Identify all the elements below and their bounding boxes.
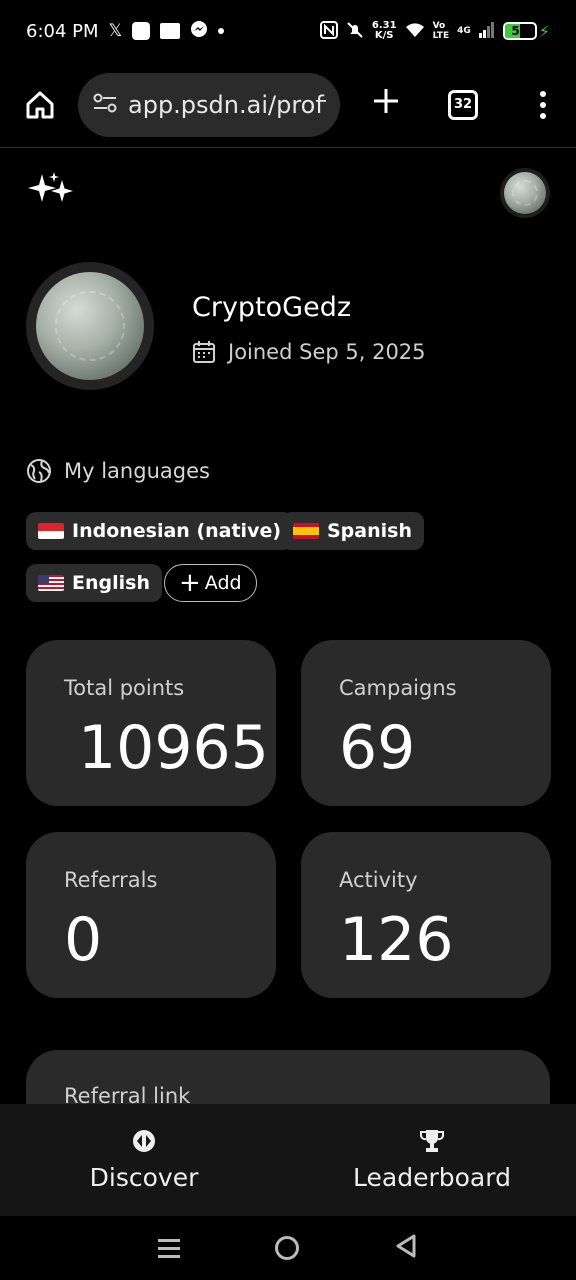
stat-label: Total points bbox=[64, 676, 185, 700]
languages-title: My languages bbox=[64, 459, 210, 483]
plus-icon: + bbox=[179, 568, 201, 598]
add-language-button[interactable]: + Add bbox=[164, 564, 257, 602]
battery-indicator: 52 ⚡ bbox=[502, 21, 550, 41]
system-back-button[interactable] bbox=[394, 1233, 418, 1263]
battery-percent: 52 bbox=[511, 24, 529, 38]
discover-icon bbox=[133, 1129, 155, 1152]
status-time: 6:04 PM bbox=[26, 20, 99, 42]
browser-toolbar: app.psdn.ai/profi 32 bbox=[0, 62, 576, 148]
mute-icon bbox=[346, 21, 364, 42]
languages-section: My languages Indonesian (native) Spanish… bbox=[26, 454, 556, 632]
indonesia-flag-icon bbox=[38, 523, 64, 539]
wifi-icon bbox=[405, 22, 425, 41]
nav-leaderboard[interactable]: Leaderboard bbox=[288, 1104, 576, 1216]
more-notifications-dot bbox=[218, 28, 225, 34]
network-type: 4G bbox=[457, 26, 471, 36]
address-bar[interactable]: app.psdn.ai/profi bbox=[78, 72, 340, 137]
recent-apps-button[interactable] bbox=[157, 1238, 180, 1258]
site-settings-icon[interactable] bbox=[92, 91, 118, 119]
volte-indicator: Vo LTE bbox=[433, 21, 450, 41]
home-button[interactable] bbox=[20, 85, 60, 125]
add-language-label: Add bbox=[204, 572, 242, 594]
network-type-label: 4G bbox=[457, 26, 471, 36]
bottom-navigation: Discover Leaderboard bbox=[0, 1104, 576, 1216]
x-app-icon: 𝕏 bbox=[108, 21, 123, 41]
url-text[interactable]: app.psdn.ai/profi bbox=[128, 91, 326, 119]
stat-value: 10965 bbox=[78, 713, 269, 783]
languages-header: My languages bbox=[26, 454, 556, 488]
avatar-image bbox=[36, 272, 144, 380]
stat-label: Referrals bbox=[64, 868, 158, 892]
system-home-button[interactable] bbox=[274, 1236, 299, 1260]
battery-icon: 52 bbox=[502, 22, 537, 40]
status-bar: 6:04 PM 𝕏 6.31 K/S Vo LTE 4G 52 ⚡ bbox=[0, 0, 576, 62]
plus-icon bbox=[374, 89, 398, 113]
language-label: English bbox=[72, 572, 150, 594]
new-tab-button[interactable] bbox=[368, 86, 404, 123]
stat-card-referrals: Referrals 0 bbox=[26, 832, 276, 998]
profile-avatar bbox=[26, 262, 154, 390]
joined-text: Joined Sep 5, 2025 bbox=[228, 340, 426, 364]
stat-value: 0 bbox=[64, 905, 103, 975]
language-chips: Indonesian (native) Spanish English + Ad… bbox=[26, 512, 556, 632]
charging-icon: ⚡ bbox=[538, 21, 550, 41]
stat-label: Activity bbox=[339, 868, 418, 892]
spain-flag-icon bbox=[293, 523, 319, 539]
stat-label: Campaigns bbox=[339, 676, 457, 700]
system-navigation-bar bbox=[0, 1216, 576, 1280]
back-icon bbox=[396, 1234, 416, 1258]
stat-card-activity: Activity 126 bbox=[301, 832, 551, 998]
globe-icon bbox=[27, 459, 51, 483]
messenger-icon bbox=[190, 20, 208, 43]
joined-date: Joined Sep 5, 2025 bbox=[192, 340, 426, 364]
calendar-icon bbox=[193, 341, 215, 363]
tab-switcher-button[interactable]: 32 bbox=[448, 89, 478, 120]
language-chip-english[interactable]: English bbox=[26, 564, 162, 602]
stat-card-total-points: Total points 10965 bbox=[26, 640, 276, 806]
app-header bbox=[0, 148, 576, 238]
username: CryptoGedz bbox=[192, 292, 352, 323]
nfc-icon bbox=[319, 20, 338, 42]
tab-count: 32 bbox=[453, 97, 473, 112]
nav-discover[interactable]: Discover bbox=[0, 1104, 288, 1216]
signal-icon bbox=[478, 21, 495, 41]
home-icon bbox=[26, 91, 54, 118]
nav-leaderboard-label: Leaderboard bbox=[353, 1162, 511, 1192]
network-speed: 6.31 K/S bbox=[372, 21, 397, 41]
language-label: Indonesian (native) bbox=[72, 520, 282, 542]
image-notification-icon bbox=[160, 23, 181, 39]
browser-menu-button[interactable] bbox=[540, 90, 546, 119]
stat-value: 126 bbox=[339, 905, 454, 975]
avatar bbox=[504, 172, 546, 214]
user-avatar-button[interactable] bbox=[500, 168, 550, 218]
trophy-icon bbox=[420, 1129, 444, 1152]
language-chip-spanish[interactable]: Spanish bbox=[281, 512, 424, 550]
stat-value: 69 bbox=[339, 713, 416, 783]
language-chip-indonesian[interactable]: Indonesian (native) bbox=[26, 512, 294, 550]
profile-section: CryptoGedz Joined Sep 5, 2025 bbox=[26, 262, 556, 392]
lte-label: LTE bbox=[432, 31, 450, 41]
app-notification-icon bbox=[132, 22, 151, 40]
network-speed-unit: K/S bbox=[374, 30, 394, 41]
sparkle-logo-icon[interactable] bbox=[26, 170, 78, 214]
nav-discover-label: Discover bbox=[89, 1162, 199, 1192]
volte-label: Vo bbox=[432, 21, 446, 31]
language-label: Spanish bbox=[327, 520, 412, 542]
stat-card-campaigns: Campaigns 69 bbox=[301, 640, 551, 806]
us-flag-icon bbox=[38, 575, 64, 591]
